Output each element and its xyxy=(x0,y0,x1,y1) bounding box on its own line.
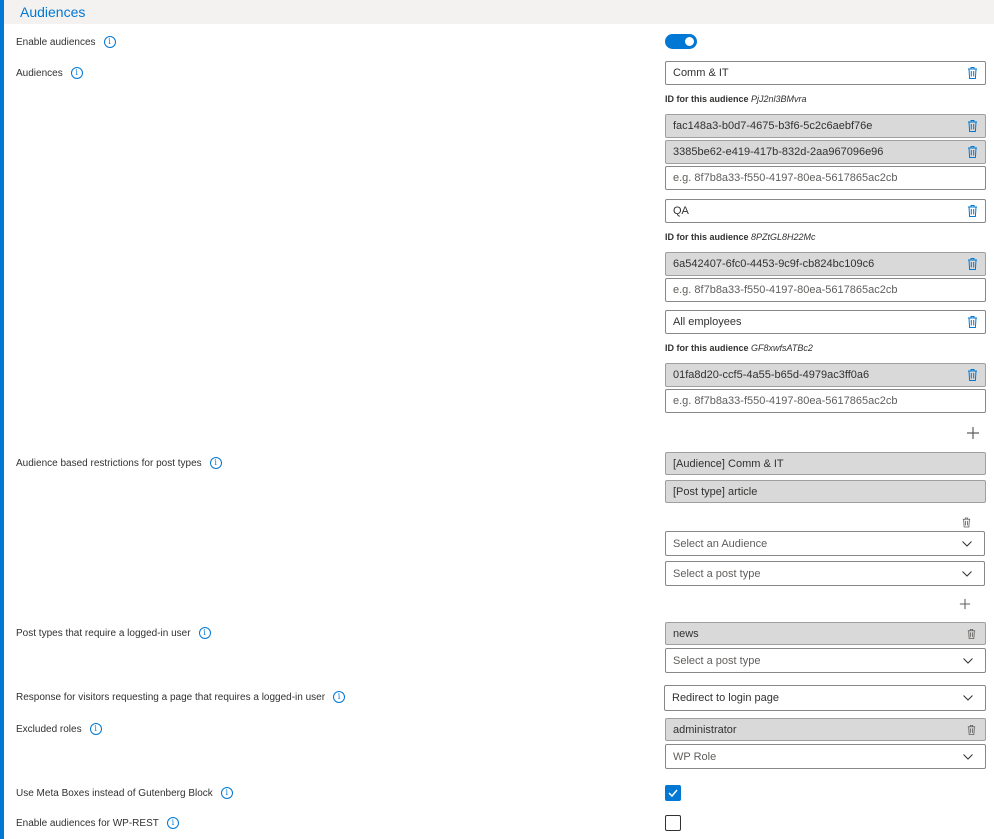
wp-role-dropdown[interactable]: WP Role xyxy=(665,744,986,769)
restrictions-text: Audience based restrictions for post typ… xyxy=(16,457,202,469)
restriction-item: [Audience] Comm & IT xyxy=(665,452,986,475)
info-icon[interactable]: i xyxy=(166,817,179,829)
post-type-login-value: news xyxy=(673,627,699,640)
info-icon[interactable]: i xyxy=(220,787,233,799)
chevron-down-icon xyxy=(962,570,972,577)
post-type-login-dropdown[interactable]: Select a post type xyxy=(665,648,986,673)
response-visitors-dropdown[interactable]: Redirect to login page xyxy=(664,685,986,711)
accent-bar xyxy=(0,0,4,839)
audience-id-value: 8PZtGL8H22Mc xyxy=(751,232,816,242)
group-id-placeholder: e.g. 8f7b8a33-f550-4197-80ea-5617865ac2c… xyxy=(673,395,898,407)
select-audience-text: Select an Audience xyxy=(673,537,768,550)
excluded-role-item: administrator xyxy=(665,718,986,741)
restriction-post-type-value: [Post type] article xyxy=(673,485,758,498)
post-types-login-text: Post types that require a logged-in user xyxy=(16,627,191,639)
audience-id-label: ID for this audience xyxy=(665,94,749,104)
group-id-input[interactable]: e.g. 8f7b8a33-f550-4197-80ea-5617865ac2c… xyxy=(665,278,986,302)
select-role-text: WP Role xyxy=(673,750,717,763)
audience-name-value: Comm & IT xyxy=(673,67,729,79)
audience-name-value: QA xyxy=(673,205,689,217)
enable-wp-rest-text: Enable audiences for WP-REST xyxy=(16,817,159,829)
section-header: Audiences xyxy=(4,0,994,24)
select-post-type-text: Select a post type xyxy=(673,567,761,580)
use-meta-boxes-text: Use Meta Boxes instead of Gutenberg Bloc… xyxy=(16,787,213,799)
trash-icon[interactable] xyxy=(967,120,978,133)
post-type-login-item: news xyxy=(665,622,986,645)
audience-id-line: ID for this audience 8PZtGL8H22Mc xyxy=(665,232,816,242)
audience-id-line: ID for this audience PjJ2nl3BMvra xyxy=(665,94,807,104)
trash-icon[interactable] xyxy=(967,146,978,159)
info-icon[interactable]: i xyxy=(70,67,83,79)
audience-id-label: ID for this audience xyxy=(665,232,749,242)
group-id-field: fac148a3-b0d7-4675-b3f6-5c2c6aebf76e xyxy=(665,114,986,138)
info-icon[interactable]: i xyxy=(89,723,102,735)
info-icon[interactable]: i xyxy=(103,36,116,48)
group-id-placeholder: e.g. 8f7b8a33-f550-4197-80ea-5617865ac2c… xyxy=(673,284,898,296)
chevron-down-icon xyxy=(963,695,973,701)
add-restriction-plus-icon[interactable] xyxy=(959,595,971,610)
audiences-text: Audiences xyxy=(16,67,63,79)
chevron-down-icon xyxy=(963,657,973,664)
response-visitors-text: Response for visitors requesting a page … xyxy=(16,691,326,703)
group-id-input[interactable]: e.g. 8f7b8a33-f550-4197-80ea-5617865ac2c… xyxy=(665,166,986,190)
audience-id-label: ID for this audience xyxy=(665,343,749,353)
select-post-type-text: Select a post type xyxy=(673,654,761,667)
enable-audiences-text: Enable audiences xyxy=(16,36,96,48)
excluded-roles-label: Excluded roles i xyxy=(16,723,102,735)
chevron-down-icon xyxy=(963,753,973,760)
add-audience-plus-icon[interactable] xyxy=(966,425,980,439)
toggle-knob xyxy=(685,37,694,46)
trash-icon[interactable] xyxy=(967,205,978,218)
trash-icon[interactable] xyxy=(967,724,976,735)
group-id-field: 3385be62-e419-417b-832d-2aa967096e96 xyxy=(665,140,986,164)
info-icon[interactable]: i xyxy=(198,627,211,639)
group-id-placeholder: e.g. 8f7b8a33-f550-4197-80ea-5617865ac2c… xyxy=(673,172,898,184)
group-id-value: 3385be62-e419-417b-832d-2aa967096e96 xyxy=(673,146,884,158)
info-icon[interactable]: i xyxy=(333,691,346,703)
group-id-value: 01fa8d20-ccf5-4a55-b65d-4979ac3ff0a6 xyxy=(673,369,870,381)
audiences-label: Audiences i xyxy=(16,67,83,79)
enable-wp-rest-checkbox[interactable] xyxy=(665,815,681,831)
select-audience-dropdown[interactable]: Select an Audience xyxy=(665,531,985,556)
audience-id-value: GF8xwfsATBc2 xyxy=(751,343,813,353)
trash-icon[interactable] xyxy=(967,67,978,80)
response-visitors-value: Redirect to login page xyxy=(672,692,780,704)
trash-icon[interactable] xyxy=(967,258,978,271)
chevron-down-icon xyxy=(962,540,972,547)
audience-id-value: PjJ2nl3BMvra xyxy=(751,94,807,104)
group-id-value: 6a542407-6fc0-4453-9c9f-cb824bc109c6 xyxy=(673,258,875,270)
group-id-value: fac148a3-b0d7-4675-b3f6-5c2c6aebf76e xyxy=(673,120,873,132)
trash-icon[interactable] xyxy=(967,316,978,329)
post-types-login-label: Post types that require a logged-in user… xyxy=(16,627,211,639)
excluded-role-value: administrator xyxy=(673,723,737,736)
audience-name-input[interactable]: All employees xyxy=(665,310,986,334)
trash-icon[interactable] xyxy=(962,513,971,528)
use-meta-boxes-checkbox[interactable] xyxy=(665,785,681,801)
audience-id-line: ID for this audience GF8xwfsATBc2 xyxy=(665,343,813,353)
trash-icon[interactable] xyxy=(967,628,976,639)
restriction-audience-value: [Audience] Comm & IT xyxy=(673,457,784,470)
info-icon[interactable]: i xyxy=(209,457,222,469)
use-meta-boxes-label: Use Meta Boxes instead of Gutenberg Bloc… xyxy=(16,787,233,799)
excluded-roles-text: Excluded roles xyxy=(16,723,82,735)
enable-audiences-label: Enable audiences i xyxy=(16,36,116,48)
restrictions-label: Audience based restrictions for post typ… xyxy=(16,457,222,469)
response-visitors-label: Response for visitors requesting a page … xyxy=(16,691,346,703)
group-id-input[interactable]: e.g. 8f7b8a33-f550-4197-80ea-5617865ac2c… xyxy=(665,389,986,413)
enable-audiences-toggle[interactable] xyxy=(665,34,697,49)
audience-name-value: All employees xyxy=(673,316,742,328)
trash-icon[interactable] xyxy=(967,369,978,382)
audience-name-input[interactable]: Comm & IT xyxy=(665,61,986,85)
checkmark-icon xyxy=(668,789,678,797)
restriction-item: [Post type] article xyxy=(665,480,986,503)
enable-wp-rest-label: Enable audiences for WP-REST i xyxy=(16,817,179,829)
group-id-field: 01fa8d20-ccf5-4a55-b65d-4979ac3ff0a6 xyxy=(665,363,986,387)
group-id-field: 6a542407-6fc0-4453-9c9f-cb824bc109c6 xyxy=(665,252,986,276)
audience-name-input[interactable]: QA xyxy=(665,199,986,223)
section-title: Audiences xyxy=(20,4,86,20)
select-post-type-dropdown[interactable]: Select a post type xyxy=(665,561,985,586)
